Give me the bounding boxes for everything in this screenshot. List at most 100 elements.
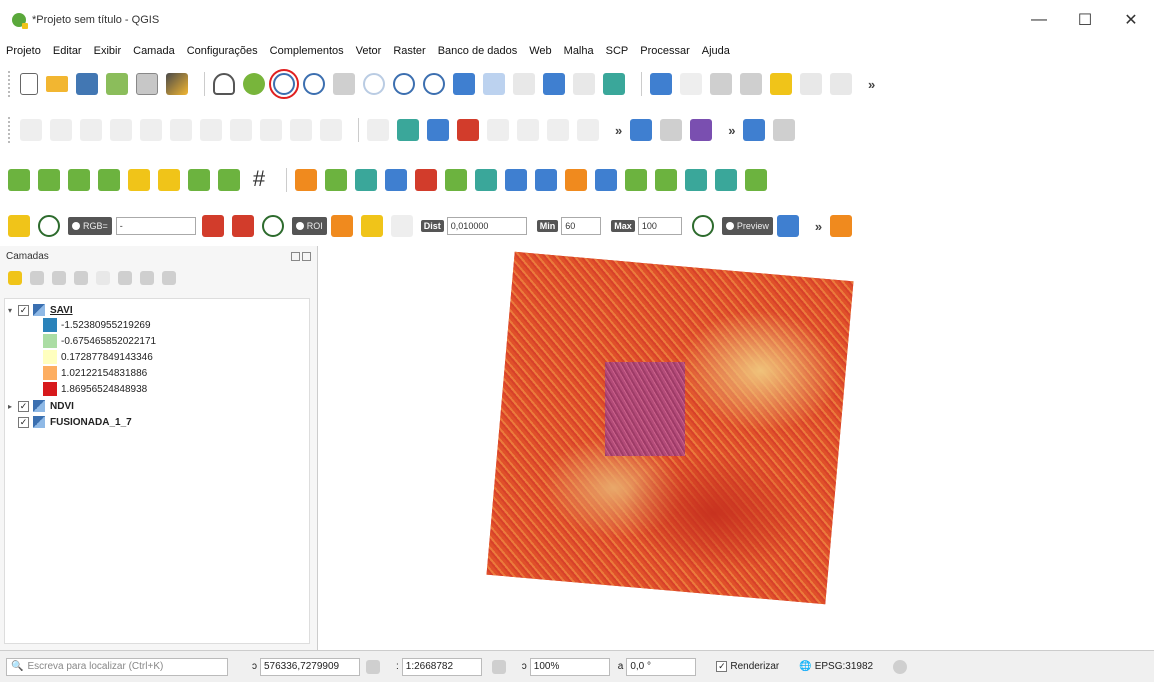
label-move-icon[interactable] xyxy=(487,119,509,141)
zoom-out-icon[interactable] xyxy=(303,73,325,95)
save-edits-icon[interactable] xyxy=(80,119,102,141)
crs-button[interactable]: 🌐 EPSG:31982 xyxy=(799,661,873,672)
locator-search-input[interactable]: 🔍 Escreva para localizar (Ctrl+K) xyxy=(6,657,228,676)
add-vector-tile-icon[interactable] xyxy=(715,169,737,191)
layer-name[interactable]: NDVI xyxy=(50,401,74,412)
scp-zoom-roi-icon[interactable] xyxy=(261,215,284,237)
menu-complementos[interactable]: Complementos xyxy=(270,45,344,57)
new-scratch-layer-icon[interactable] xyxy=(535,169,557,191)
add-raster-layer-icon[interactable] xyxy=(38,169,60,191)
zoom-to-layer-icon[interactable] xyxy=(393,73,415,95)
scp-cancel-roi-icon[interactable] xyxy=(390,215,413,237)
manage-visibility-icon[interactable] xyxy=(52,271,66,285)
add-xyz-icon[interactable] xyxy=(385,169,407,191)
collapse-arrow-icon[interactable]: ▾ xyxy=(5,306,15,315)
delete-selected-icon[interactable] xyxy=(170,119,192,141)
scp-zoom-preview-icon[interactable] xyxy=(691,215,714,237)
label-pin-icon[interactable] xyxy=(397,119,419,141)
toolbar-overflow-icon[interactable]: » xyxy=(868,77,875,92)
scp-add-roi-icon[interactable] xyxy=(360,215,383,237)
new-virtual-icon[interactable] xyxy=(595,169,617,191)
add-wfs-icon[interactable] xyxy=(355,169,377,191)
add-oracle-icon[interactable] xyxy=(218,169,240,191)
menu-web[interactable]: Web xyxy=(529,45,551,57)
add-point-cloud-icon[interactable] xyxy=(685,169,707,191)
add-delimited-text-icon[interactable] xyxy=(98,169,120,191)
add-arcgis-icon[interactable] xyxy=(415,169,437,191)
minimize-button[interactable]: — xyxy=(1016,0,1062,40)
save-as-icon[interactable] xyxy=(106,73,128,95)
scp-roi-pointer-icon[interactable] xyxy=(201,215,224,237)
zoom-in-icon[interactable] xyxy=(269,69,299,99)
layer-visibility-checkbox[interactable]: ✓ xyxy=(18,416,29,428)
pan-to-selection-icon[interactable] xyxy=(243,73,265,95)
menu-scp[interactable]: SCP xyxy=(606,45,629,57)
render-toggle[interactable]: ✓ Renderizar xyxy=(716,661,779,672)
open-styling-icon[interactable] xyxy=(8,271,22,285)
refresh-icon[interactable] xyxy=(603,73,625,95)
style-manager-icon[interactable] xyxy=(166,73,188,95)
layer-row-fusionada[interactable]: ✓ FUSIONADA_1_7 xyxy=(5,415,309,429)
menu-ajuda[interactable]: Ajuda xyxy=(702,45,730,57)
rotation-field[interactable]: 0,0 ° xyxy=(626,657,697,676)
maximize-button[interactable]: ☐ xyxy=(1062,0,1108,40)
menu-exibir[interactable]: Exibir xyxy=(94,45,122,57)
menu-banco-de-dados[interactable]: Banco de dados xyxy=(438,45,518,57)
menu-camada[interactable]: Camada xyxy=(133,45,175,57)
close-panel-icon[interactable] xyxy=(302,251,311,261)
layer-visibility-checkbox[interactable]: ✓ xyxy=(18,400,29,412)
magnifier-field[interactable]: 100% xyxy=(529,657,610,676)
redo-icon[interactable] xyxy=(320,119,342,141)
new-geopackage-icon[interactable] xyxy=(445,169,467,191)
scp-roi-toggle[interactable]: ROI xyxy=(291,217,327,235)
menu-raster[interactable]: Raster xyxy=(393,45,425,57)
add-feature-icon[interactable] xyxy=(110,119,132,141)
label-properties-icon[interactable] xyxy=(577,119,599,141)
toggle-editing-icon[interactable] xyxy=(50,119,72,141)
coordinate-field[interactable]: 576336,7279909 xyxy=(260,657,360,676)
show-bookmarks-icon[interactable] xyxy=(573,73,595,95)
paste-features-icon[interactable] xyxy=(260,119,282,141)
add-spatialite-icon[interactable] xyxy=(128,169,150,191)
float-panel-icon[interactable] xyxy=(291,251,300,261)
layer-visibility-checkbox[interactable]: ✓ xyxy=(18,304,29,316)
new-bookmark-icon[interactable] xyxy=(543,73,565,95)
dist-field[interactable]: Dist 0,010000 xyxy=(420,217,533,235)
scp-preview-toggle[interactable]: Preview xyxy=(721,217,773,235)
max-field[interactable]: Max 100 xyxy=(611,217,688,235)
close-button[interactable]: ✕ xyxy=(1108,0,1154,40)
toggle-extents-icon[interactable] xyxy=(366,659,380,674)
vertex-tool-icon[interactable] xyxy=(140,119,162,141)
save-project-icon[interactable] xyxy=(76,73,98,95)
layer-name[interactable]: FUSIONADA_1_7 xyxy=(50,417,132,428)
scp-zoom-input-icon[interactable] xyxy=(38,215,60,237)
layer-row-ndvi[interactable]: ▸ ✓ NDVI xyxy=(5,399,309,413)
gps-tool-icon[interactable] xyxy=(773,119,796,141)
add-postgis-icon[interactable] xyxy=(158,169,180,191)
menu-projeto[interactable]: Projeto xyxy=(6,45,41,57)
add-mssql-icon[interactable] xyxy=(188,169,210,191)
scp-redo-preview-icon[interactable] xyxy=(776,215,799,237)
deselect-icon[interactable] xyxy=(740,73,762,95)
expand-arrow-icon[interactable]: ▸ xyxy=(5,402,15,411)
expand-all-icon[interactable] xyxy=(118,271,132,285)
scp-bandset-icon[interactable] xyxy=(830,215,853,237)
new-project-icon[interactable] xyxy=(20,73,38,95)
toolbar-overflow-icon[interactable]: » xyxy=(728,123,735,138)
zoom-last-icon[interactable] xyxy=(453,73,475,95)
statistics-icon[interactable] xyxy=(800,73,822,95)
add-wkt-icon[interactable] xyxy=(655,169,677,191)
scale-combo[interactable]: 1:2668782 xyxy=(401,657,482,676)
label-highlight-icon[interactable] xyxy=(427,119,449,141)
filter-expression-icon[interactable] xyxy=(96,271,110,285)
measure-icon[interactable] xyxy=(830,73,852,95)
toolbar-overflow-icon[interactable]: » xyxy=(615,123,622,138)
new-spatialite-icon[interactable] xyxy=(505,169,527,191)
menu-processar[interactable]: Processar xyxy=(640,45,690,57)
scp-rgb-toggle[interactable]: RGB= xyxy=(68,217,112,235)
scp-roi-draw-icon[interactable] xyxy=(231,215,254,237)
layer-row-savi[interactable]: ▾ ✓ SAVI xyxy=(5,303,309,317)
label-tool-icon[interactable] xyxy=(367,119,389,141)
menu-vetor[interactable]: Vetor xyxy=(356,45,382,57)
add-wcs-icon[interactable] xyxy=(325,169,347,191)
